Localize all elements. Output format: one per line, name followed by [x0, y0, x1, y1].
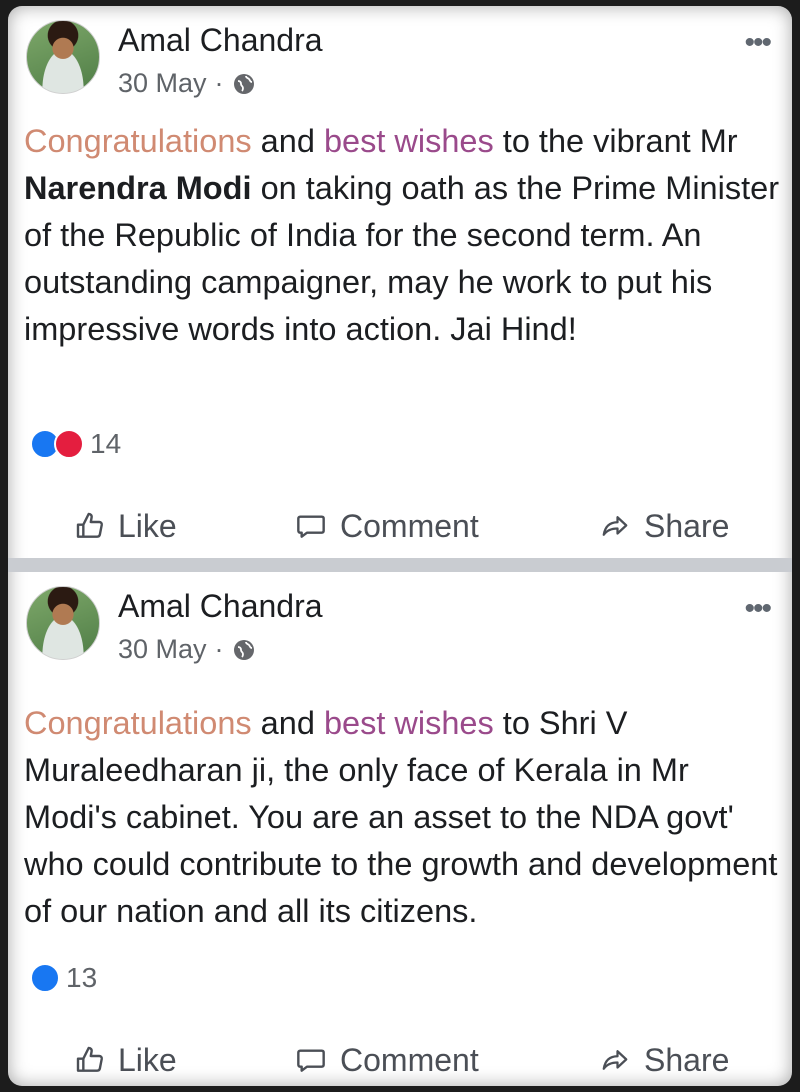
post-text: Congratulations and best wishes to the v… [24, 118, 784, 353]
mention-link[interactable]: Narendra Modi [24, 170, 252, 206]
love-reaction-icon [54, 429, 84, 459]
reaction-summary[interactable]: 14 [30, 428, 121, 460]
like-label: Like [118, 1041, 177, 1078]
post-text: Congratulations and best wishes to Shri … [24, 700, 784, 935]
author-name[interactable]: Amal Chandra [118, 588, 323, 625]
comment-bubble-icon [297, 515, 325, 538]
post-meta: 30 May · [118, 68, 256, 99]
post-text-segment: and [251, 705, 324, 741]
share-label: Share [644, 507, 730, 544]
globe-icon[interactable] [232, 638, 256, 662]
share-label: Share [644, 1041, 730, 1078]
share-button[interactable]: Share [598, 1042, 729, 1079]
post-2: Amal Chandra 30 May · ••• Congratulation… [8, 572, 792, 1086]
post-text-segment: to the vibrant Mr [493, 123, 738, 159]
avatar[interactable] [26, 20, 100, 94]
highlighted-text[interactable]: Congratulations [24, 123, 252, 159]
reaction-count: 13 [66, 962, 98, 993]
globe-icon[interactable] [232, 72, 256, 96]
author-name[interactable]: Amal Chandra [118, 22, 323, 59]
like-reaction-icon [30, 963, 60, 993]
more-options-icon[interactable]: ••• [744, 594, 771, 624]
like-button[interactable]: Like [74, 508, 177, 545]
post-date[interactable]: 30 May [118, 68, 207, 99]
like-button[interactable]: Like [74, 1042, 177, 1079]
post-meta: 30 May · [118, 634, 256, 665]
reaction-count: 14 [90, 428, 122, 459]
avatar[interactable] [26, 586, 100, 660]
share-button[interactable]: Share [598, 508, 729, 545]
reaction-summary[interactable]: 13 [30, 962, 97, 994]
thumbs-up-icon [76, 1046, 103, 1072]
post-date[interactable]: 30 May [118, 634, 207, 665]
comment-bubble-icon [297, 1049, 325, 1072]
like-label: Like [118, 507, 177, 544]
highlighted-text[interactable]: best wishes [324, 705, 494, 741]
comment-button[interactable]: Comment [294, 508, 479, 545]
highlighted-text[interactable]: Congratulations [24, 705, 252, 741]
post-text-segment: and [251, 123, 324, 159]
comment-button[interactable]: Comment [294, 1042, 479, 1079]
action-bar: Like Comment Share [8, 498, 792, 554]
action-bar: Like Comment Share [8, 1032, 792, 1086]
highlighted-text[interactable]: best wishes [324, 123, 494, 159]
meta-separator: · [214, 68, 224, 98]
post-divider [8, 558, 792, 572]
post-1: Amal Chandra 30 May · ••• Congratulation… [8, 6, 792, 558]
thumbs-up-icon [76, 512, 103, 538]
comment-label: Comment [340, 507, 479, 544]
screenshot-frame: Amal Chandra 30 May · ••• Congratulation… [8, 6, 792, 1086]
share-arrow-icon [602, 516, 628, 536]
meta-separator: · [214, 634, 224, 664]
more-options-icon[interactable]: ••• [744, 28, 771, 58]
comment-label: Comment [340, 1041, 479, 1078]
share-arrow-icon [602, 1050, 628, 1070]
